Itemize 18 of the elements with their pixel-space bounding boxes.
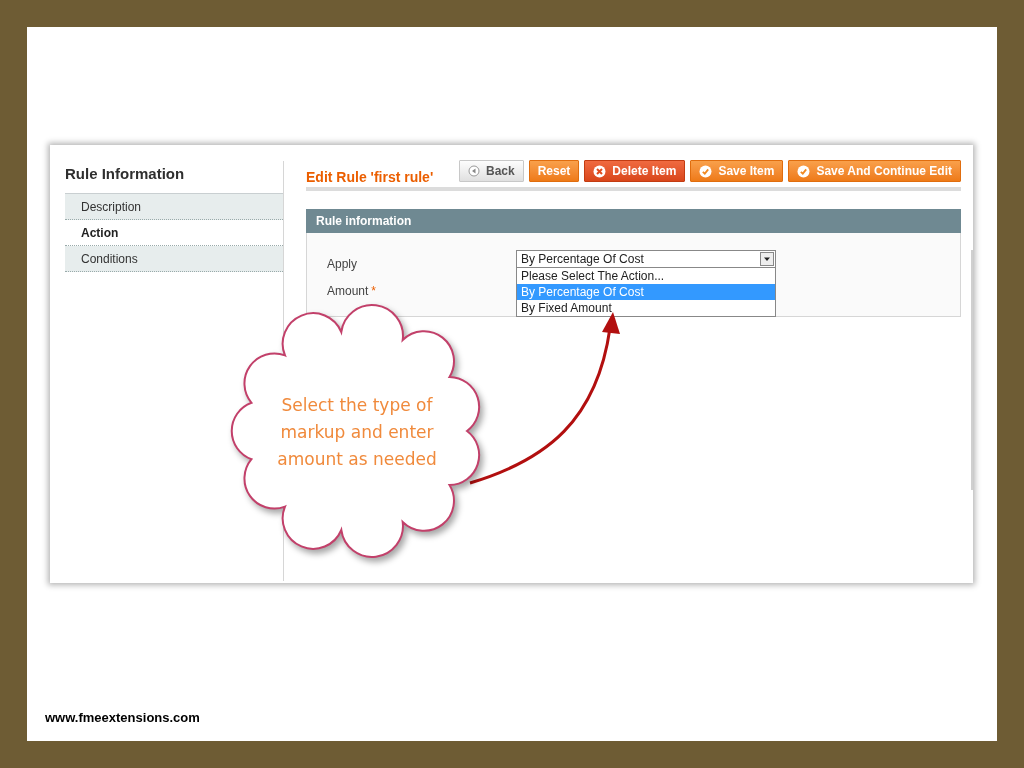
required-mark: * [371, 283, 377, 300]
page-title: Edit Rule 'first rule' [306, 167, 434, 187]
sidebar-tab[interactable]: Description [65, 194, 283, 220]
action-button[interactable]: Back [459, 160, 524, 182]
dropdown-option[interactable]: By Fixed Amount [517, 300, 775, 316]
sidebar-title: Rule Information [65, 164, 186, 184]
dropdown-option[interactable]: Please Select The Action... [517, 268, 775, 284]
close-icon [593, 164, 607, 178]
checkmark-icon [699, 164, 713, 178]
sidebar-tab[interactable]: Conditions [65, 246, 283, 272]
section-header: Rule information [306, 209, 961, 233]
field-label: Amount [327, 283, 369, 300]
checkmark-icon [797, 164, 811, 178]
select-field[interactable]: By Percentage Of Cost [516, 250, 776, 268]
footer-url: www.fmeextensions.com [45, 710, 200, 725]
callout-text: Select the type of markup and enter amount as needed [276, 394, 438, 471]
field-label: Apply [327, 257, 358, 271]
action-button[interactable]: Delete Item [584, 160, 686, 182]
